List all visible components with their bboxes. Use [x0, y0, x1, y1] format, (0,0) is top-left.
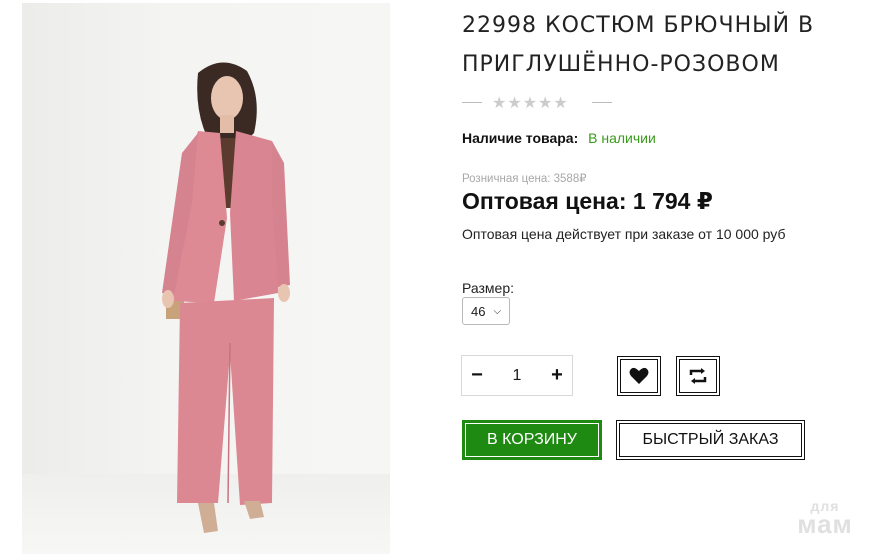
size-selected-value: 46	[471, 303, 486, 319]
product-photo[interactable]	[22, 3, 390, 554]
increase-quantity-button[interactable]: +	[542, 364, 572, 387]
quick-order-button[interactable]: БЫСТРЫЙ ЗАКАЗ	[616, 420, 805, 460]
compare-button[interactable]	[676, 356, 720, 396]
stock-status: Наличие товара: В наличии	[462, 130, 656, 146]
size-label: Размер:	[462, 280, 515, 296]
chevron-down-icon: ⌵	[493, 305, 502, 317]
retail-price: Розничная цена: 3588₽	[462, 173, 587, 185]
heart-icon	[629, 367, 649, 384]
compare-arrows-icon	[689, 368, 707, 384]
wholesale-note: Оптовая цена действует при заказе от 10 …	[462, 226, 786, 242]
product-title: 22998 КОСТЮМ БРЮЧНЫЙ В ПРИГЛУШЁННО-РОЗОВ…	[462, 13, 815, 77]
watermark-logo: для мам	[785, 497, 865, 539]
stock-value: В наличии	[588, 130, 656, 146]
add-to-favorites-button[interactable]	[617, 356, 661, 396]
wholesale-price: Оптовая цена: 1 794 ₽	[462, 188, 713, 214]
size-select[interactable]: 46 ⌵	[462, 297, 510, 325]
stock-label: Наличие товара:	[462, 130, 579, 146]
model-illustration	[162, 62, 290, 533]
quantity-value[interactable]: 1	[492, 367, 542, 385]
rating: ★★★★★	[462, 93, 622, 113]
decrease-quantity-button[interactable]: −	[462, 364, 492, 387]
quantity-stepper: − 1 +	[461, 355, 573, 396]
star-rating-icons[interactable]: ★★★★★	[492, 93, 569, 113]
add-to-cart-button[interactable]: В КОРЗИНУ	[462, 420, 602, 460]
rating-left-dash	[462, 102, 482, 103]
watermark-line2: мам	[797, 509, 853, 539]
rating-right-dash	[592, 102, 612, 103]
